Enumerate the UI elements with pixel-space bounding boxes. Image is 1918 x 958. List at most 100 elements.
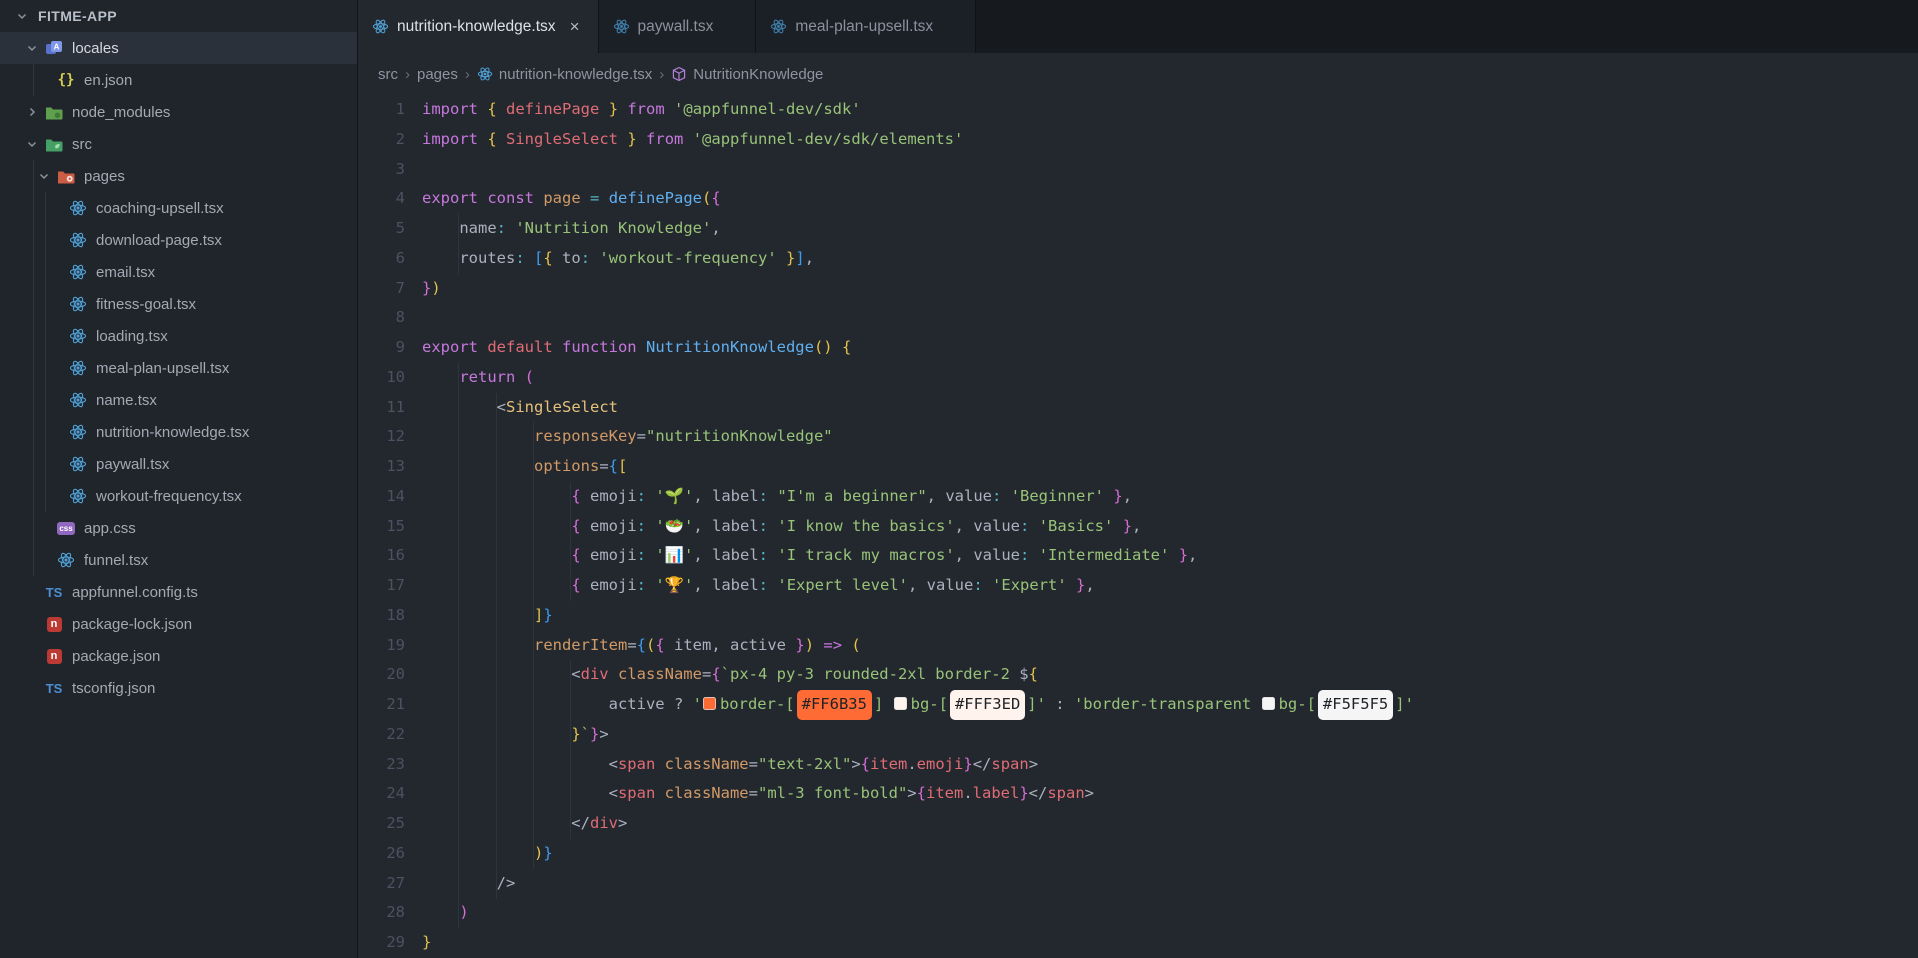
sidebar-item-package-json[interactable]: npackage.json — [0, 640, 357, 672]
line-number: 24 — [358, 779, 405, 809]
line-number: 8 — [358, 303, 405, 333]
code-line-7[interactable]: }) — [422, 274, 1918, 304]
code-line-11[interactable]: <SingleSelect — [422, 393, 1918, 423]
code-line-16[interactable]: { emoji: '📊', label: 'I track my macros'… — [422, 541, 1918, 571]
code-line-27[interactable]: /> — [422, 869, 1918, 899]
tab-label: nutrition-knowledge.tsx — [397, 18, 556, 36]
code-line-19[interactable]: renderItem={({ item, active }) => ( — [422, 631, 1918, 661]
cube-icon — [671, 66, 687, 82]
code-line-1[interactable]: import { definePage } from '@appfunnel-d… — [422, 95, 1918, 125]
sidebar-item-locales[interactable]: Alocales — [0, 32, 357, 64]
breadcrumb-item-pages[interactable]: pages — [417, 66, 458, 83]
sidebar-item-loading-tsx[interactable]: loading.tsx — [0, 320, 357, 352]
code-line-10[interactable]: return ( — [422, 363, 1918, 393]
sidebar-item-label: locales — [72, 40, 119, 57]
line-number: 11 — [358, 393, 405, 423]
code-line-2[interactable]: import { SingleSelect } from '@appfunnel… — [422, 125, 1918, 155]
code-line-14[interactable]: { emoji: '🌱', label: "I'm a beginner", v… — [422, 482, 1918, 512]
sidebar-item-coaching-upsell-tsx[interactable]: coaching-upsell.tsx — [0, 192, 357, 224]
sidebar-item-name-tsx[interactable]: name.tsx — [0, 384, 357, 416]
line-number: 2 — [358, 125, 405, 155]
code-line-3[interactable] — [422, 155, 1918, 185]
sidebar-item-label: appfunnel.config.ts — [72, 584, 198, 601]
tree-indent-guide — [33, 64, 34, 96]
sidebar-item-nutrition-knowledge-tsx[interactable]: nutrition-knowledge.tsx — [0, 416, 357, 448]
sidebar-item-node-modules[interactable]: node_modules — [0, 96, 357, 128]
breadcrumb-label: pages — [417, 66, 458, 83]
code-line-18[interactable]: ]} — [422, 601, 1918, 631]
code-line-13[interactable]: options={[ — [422, 452, 1918, 482]
explorer-root-header[interactable]: FITME-APP — [0, 0, 357, 32]
chevron-right-icon — [20, 105, 44, 119]
code-line-23[interactable]: <span className="text-2xl">{item.emoji}<… — [422, 750, 1918, 780]
sidebar-item-pages[interactable]: pages — [0, 160, 357, 192]
chevron-down-icon — [10, 9, 34, 23]
tab-nutrition-knowledge-tsx[interactable]: nutrition-knowledge.tsx × — [358, 0, 599, 53]
sidebar-item-label: meal-plan-upsell.tsx — [96, 360, 229, 377]
tab-paywall-tsx[interactable]: paywall.tsx× — [599, 0, 757, 53]
line-number: 19 — [358, 631, 405, 661]
tab-bar: nutrition-knowledge.tsx × paywall.tsx×meal… — [358, 0, 1918, 53]
color-swatch[interactable] — [894, 697, 907, 710]
sidebar-item-en-json[interactable]: {}en.json — [0, 64, 357, 96]
line-number: 27 — [358, 869, 405, 899]
line-number: 13 — [358, 452, 405, 482]
sidebar-item-label: pages — [84, 168, 125, 185]
react-icon — [68, 294, 88, 314]
line-number: 4 — [358, 184, 405, 214]
react-icon — [68, 230, 88, 250]
sidebar-item-tsconfig-json[interactable]: TS tsconfig.json — [0, 672, 357, 704]
code-line-22[interactable]: }`}> — [422, 720, 1918, 750]
sidebar-item-app-css[interactable]: css app.css — [0, 512, 357, 544]
breadcrumb-item-nutritionknowledge[interactable]: NutritionKnowledge — [671, 66, 823, 83]
breadcrumb-item-src[interactable]: src — [378, 66, 398, 83]
sidebar-item-label: app.css — [84, 520, 136, 537]
code-line-26[interactable]: )} — [422, 839, 1918, 869]
sidebar-item-appfunnel-config-ts[interactable]: TSappfunnel.config.ts — [0, 576, 357, 608]
line-number: 18 — [358, 601, 405, 631]
chevron-down-icon — [32, 169, 56, 183]
code-line-15[interactable]: { emoji: '🥗', label: 'I know the basics'… — [422, 512, 1918, 542]
close-icon[interactable]: × — [564, 16, 586, 38]
code-line-20[interactable]: <div className={`px-4 py-3 rounded-2xl b… — [422, 660, 1918, 690]
sidebar-item-download-page-tsx[interactable]: download-page.tsx — [0, 224, 357, 256]
line-number: 26 — [358, 839, 405, 869]
code-line-6[interactable]: routes: [{ to: 'workout-frequency' }], — [422, 244, 1918, 274]
sidebar-item-label: workout-frequency.tsx — [96, 488, 242, 505]
code-line-9[interactable]: export default function NutritionKnowled… — [422, 333, 1918, 363]
sidebar-item-label: tsconfig.json — [72, 680, 155, 697]
code-line-29[interactable]: } — [422, 928, 1918, 958]
code-line-4[interactable]: export const page = definePage({ — [422, 184, 1918, 214]
ts-icon: TS — [44, 678, 64, 698]
color-swatch[interactable] — [703, 697, 716, 710]
color-value-chip: #FFF3ED — [950, 690, 1025, 720]
code-editor[interactable]: 1234567891011121314151617181920212223242… — [358, 95, 1918, 958]
sidebar-item-package-lock-json[interactable]: npackage-lock.json — [0, 608, 357, 640]
code-line-25[interactable]: </div> — [422, 809, 1918, 839]
braces-icon: {} — [56, 70, 76, 90]
line-number: 6 — [358, 244, 405, 274]
workspace-title: FITME-APP — [38, 8, 117, 24]
code-line-24[interactable]: <span className="ml-3 font-bold">{item.l… — [422, 779, 1918, 809]
sidebar-item-workout-frequency-tsx[interactable]: workout-frequency.tsx — [0, 480, 357, 512]
sidebar-item-funnel-tsx[interactable]: funnel.tsx — [0, 544, 357, 576]
code-line-21[interactable]: active ? 'border-[#FF6B35] bg-[#FFF3ED]'… — [422, 690, 1918, 720]
sidebar-item-meal-plan-upsell-tsx[interactable]: meal-plan-upsell.tsx — [0, 352, 357, 384]
tab-meal-plan-upsell-tsx[interactable]: meal-plan-upsell.tsx× — [756, 0, 976, 53]
code-line-8[interactable] — [422, 303, 1918, 333]
code-line-17[interactable]: { emoji: '🏆', label: 'Expert level', val… — [422, 571, 1918, 601]
folder-pages-icon — [56, 166, 76, 186]
code-line-5[interactable]: name: 'Nutrition Knowledge', — [422, 214, 1918, 244]
sidebar-item-email-tsx[interactable]: email.tsx — [0, 256, 357, 288]
color-swatch[interactable] — [1262, 697, 1275, 710]
css-icon: css — [56, 518, 76, 538]
line-number-gutter: 1234567891011121314151617181920212223242… — [358, 95, 405, 958]
sidebar-item-paywall-tsx[interactable]: paywall.tsx — [0, 448, 357, 480]
sidebar-item-src[interactable]: src — [0, 128, 357, 160]
code-line-12[interactable]: responseKey="nutritionKnowledge" — [422, 422, 1918, 452]
sidebar-item-label: node_modules — [72, 104, 170, 121]
sidebar-item-label: paywall.tsx — [96, 456, 169, 473]
code-line-28[interactable]: ) — [422, 898, 1918, 928]
breadcrumb-item-nutrition-knowledge-tsx[interactable]: nutrition-knowledge.tsx — [477, 66, 652, 83]
sidebar-item-fitness-goal-tsx[interactable]: fitness-goal.tsx — [0, 288, 357, 320]
